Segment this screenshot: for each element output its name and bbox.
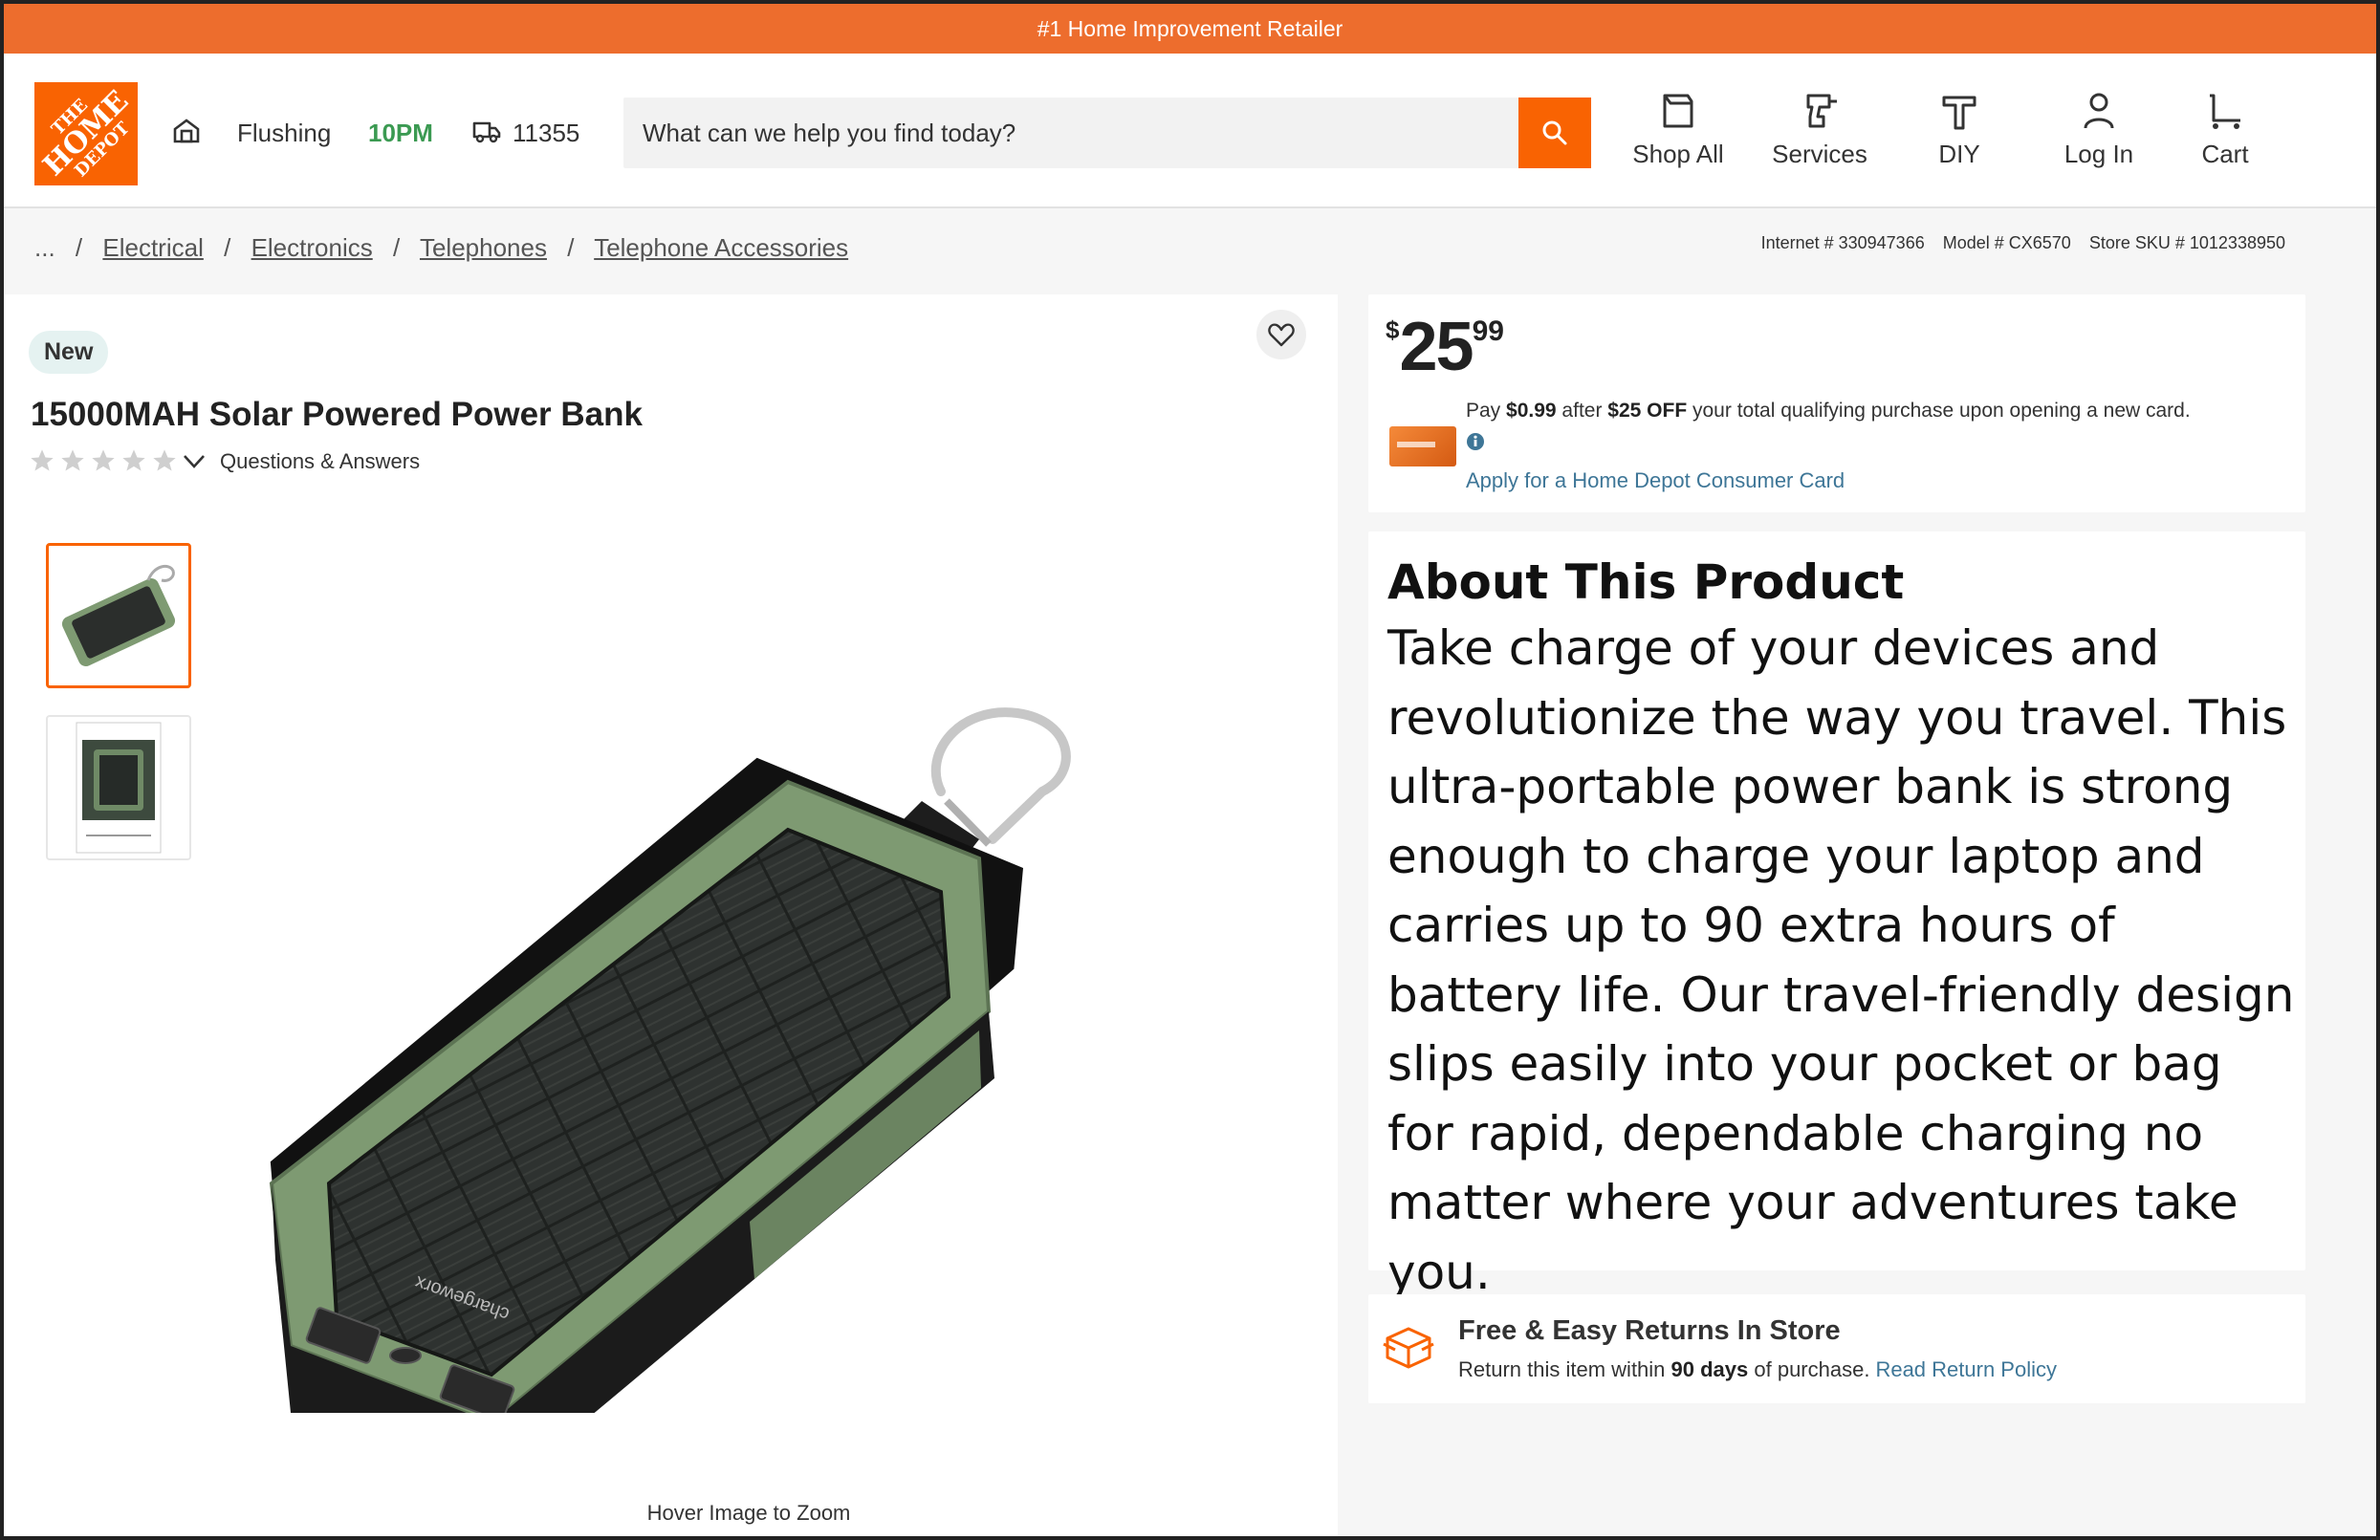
home-depot-logo[interactable]: THE HOME DEPOT [34,82,138,185]
store-sku: Store SKU # 1012338950 [2088,233,2285,252]
breadcrumb-separator: / [392,233,401,262]
store-icon[interactable] [172,117,201,145]
chevron-down-icon[interactable] [182,453,207,470]
price-currency: $ [1386,315,1400,344]
breadcrumb-electronics[interactable]: Electronics [251,233,373,262]
hammer-icon [1942,96,1976,130]
thumbnail-product[interactable] [46,543,191,688]
star-icon [153,449,176,471]
power-bank-thumbnail [61,564,176,666]
search-bar [623,98,1591,168]
nav-cart[interactable]: Cart [2163,90,2287,185]
nav-log-in[interactable]: Log In [2037,90,2161,185]
search-input[interactable] [623,98,1518,168]
drill-icon [1806,94,1837,128]
internet-number: Internet # 330947366 [1760,233,1925,252]
logo-wordmark: THE HOME DEPOT [36,84,136,184]
delivery-truck-icon[interactable] [472,117,501,145]
nav-shop-all-label: Shop All [1632,140,1724,168]
nav-shop-all[interactable]: Shop All [1616,90,1740,185]
thumbnail-package[interactable] [46,715,191,860]
credit-card-image[interactable] [1389,426,1456,466]
returns-text: Return this item within 90 days of purch… [1458,1357,2057,1381]
page-frame: #1 Home Improvement Retailer THE HOME DE… [0,0,2380,1540]
card-offer-text: Pay $0.99 after $25 OFF your total quali… [1466,400,2191,422]
return-policy-link[interactable]: Read Return Policy [1875,1357,2057,1381]
breadcrumb-telephones[interactable]: Telephones [420,233,547,262]
new-badge: New [29,331,109,374]
price: $2599 [1386,308,1504,386]
search-icon [1542,120,1567,145]
star-icon [61,449,84,471]
site-header: THE HOME DEPOT Flushing 10PM 11355 What … [4,54,2376,208]
apply-card-link[interactable]: Apply for a Home Depot Consumer Card [1466,468,1845,493]
promo-banner[interactable]: #1 Home Improvement Retailer [4,4,2376,54]
price-panel: $2599 Pay $0.99 after $25 OFF your total… [1368,294,2305,512]
breadcrumb-ellipsis[interactable]: ... [34,233,55,262]
promo-text: #1 Home Improvement Retailer [1037,15,1343,41]
about-description: Take charge of your devices and revoluti… [1387,620,2295,1300]
about-title: About This Product [1387,554,1905,610]
delivery-zip[interactable]: 11355 [513,119,579,148]
price-dollars: 25 [1399,309,1474,385]
heart-icon [1268,323,1295,347]
star-icon [92,449,115,471]
returns-box-icon [1383,1327,1434,1369]
user-icon [2084,93,2114,129]
product-identifiers: Internet # 330947366 Model # CX6570 Stor… [1748,233,2285,253]
breadcrumb-separator: / [224,233,231,262]
breadcrumb-electrical[interactable]: Electrical [102,233,203,262]
zoom-hint: Hover Image to Zoom [646,1501,851,1525]
info-icon[interactable] [1466,432,1485,451]
questions-answers-link[interactable]: Questions & Answers [220,449,420,474]
nav-diy-label: DIY [1938,140,1980,168]
breadcrumb: ... / Electrical / Electronics / Telepho… [4,208,1338,294]
nav-cart-label: Cart [2201,140,2249,168]
returns-title: Free & Easy Returns In Store [1458,1315,1841,1346]
store-name[interactable]: Flushing [237,119,331,148]
breadcrumb-separator: / [75,233,83,262]
breadcrumb-separator: / [567,233,575,262]
price-cents: 99 [1472,315,1504,347]
breadcrumb-telephone-accessories[interactable]: Telephone Accessories [594,233,848,262]
nav-diy[interactable]: DIY [1897,90,2021,185]
rating-stars[interactable] [29,447,178,474]
product-title: 15000MAH Solar Powered Power Bank [31,396,643,433]
favorite-button[interactable] [1256,310,1306,359]
search-button[interactable] [1518,98,1591,168]
product-media-column: New 15000MAH Solar Powered Power Bank Qu… [4,294,1338,1536]
about-product-panel: About This Product Take charge of your d… [1368,531,2305,1300]
nav-log-in-label: Log In [2063,140,2134,168]
star-icon [122,449,145,471]
main-product-image[interactable]: chargeworx [252,648,1209,1413]
cart-icon [2210,94,2240,129]
shop-all-icon [1663,94,1693,128]
package-thumbnail [76,722,162,854]
nav-services-label: Services [1772,140,1867,168]
store-hours: 10PM [368,119,433,147]
returns-panel: Free & Easy Returns In Store Return this… [1368,1294,2305,1403]
nav-services[interactable]: Services [1758,90,1882,185]
star-icon [31,449,54,471]
model-number: Model # CX6570 [1942,233,2071,252]
